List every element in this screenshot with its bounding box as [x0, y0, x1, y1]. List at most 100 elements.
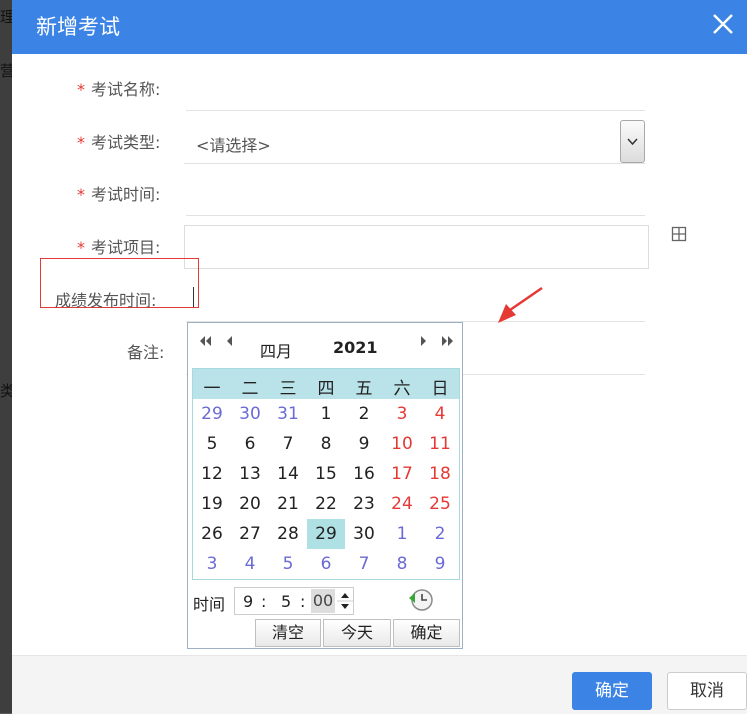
- required-mark: *: [77, 80, 85, 99]
- calendar-day[interactable]: 20: [231, 489, 269, 519]
- grid-icon[interactable]: [671, 226, 687, 242]
- weekday-label: 日: [431, 379, 449, 399]
- second-value[interactable]: 00: [311, 589, 335, 613]
- calendar-day[interactable]: 10: [383, 429, 421, 459]
- weekday-label: 三: [279, 379, 297, 399]
- label-text: 考试名称:: [91, 80, 161, 99]
- time-spinner[interactable]: [337, 588, 353, 614]
- next-year-icon[interactable]: [440, 333, 456, 353]
- label-text: 考试项目:: [91, 238, 161, 257]
- calendar-confirm-button[interactable]: 确定: [393, 619, 460, 647]
- calendar-day[interactable]: 3: [383, 399, 421, 429]
- hour-value[interactable]: 9: [243, 592, 253, 611]
- calendar-day[interactable]: 9: [421, 549, 459, 579]
- calendar-day[interactable]: 29: [307, 519, 345, 549]
- calendar-day[interactable]: 2: [345, 399, 383, 429]
- calendar-day[interactable]: 5: [193, 429, 231, 459]
- exam-type-value: <请选择>: [196, 136, 271, 155]
- today-button[interactable]: 今天: [323, 619, 391, 647]
- time-label: 时间: [193, 595, 226, 614]
- time-separator: :: [261, 592, 267, 611]
- exam-type-label: * 考试类型:: [77, 129, 160, 153]
- calendar-day[interactable]: 5: [269, 549, 307, 579]
- calendar-day[interactable]: 23: [345, 489, 383, 519]
- calendar-day[interactable]: 27: [231, 519, 269, 549]
- exam-name-input[interactable]: [186, 110, 645, 111]
- calendar-day[interactable]: 1: [307, 399, 345, 429]
- calendar-day[interactable]: 26: [193, 519, 231, 549]
- label-text: 考试类型:: [91, 133, 161, 152]
- dialog-footer: 确定 取消: [12, 655, 747, 714]
- calendar-day[interactable]: 8: [383, 549, 421, 579]
- weekday-label: 四: [317, 379, 335, 399]
- chevron-down-icon[interactable]: [620, 120, 645, 163]
- calendar-day[interactable]: 14: [269, 459, 307, 489]
- calendar-day[interactable]: 17: [383, 459, 421, 489]
- calendar-month[interactable]: 四月: [260, 338, 292, 362]
- calendar-year[interactable]: 2021: [333, 338, 378, 357]
- clear-button[interactable]: 清空: [255, 619, 321, 647]
- minute-value[interactable]: 5: [281, 592, 291, 611]
- calendar-day[interactable]: 3: [193, 549, 231, 579]
- weekday-label: 二: [241, 379, 259, 399]
- exam-time-input[interactable]: [186, 215, 645, 216]
- weekday-header: 一二三四五六日: [193, 369, 459, 399]
- calendar-day[interactable]: 31: [269, 399, 307, 429]
- calendar-day[interactable]: 19: [193, 489, 231, 519]
- calendar-day[interactable]: 30: [345, 519, 383, 549]
- text-caret: [193, 287, 194, 307]
- exam-time-label: * 考试时间:: [77, 181, 160, 205]
- calendar-grid: 一二三四五六日 29 30 31 1 2 3 4 5 6 7 8 9 10 11 12 13 14 15 16 17 1…: [192, 368, 460, 580]
- calendar-day[interactable]: 15: [307, 459, 345, 489]
- required-mark: *: [77, 185, 85, 204]
- calendar-day[interactable]: 9: [345, 429, 383, 459]
- result-time-label: 成绩发布时间:: [55, 291, 157, 310]
- calendar-day[interactable]: 1: [383, 519, 421, 549]
- calendar-day[interactable]: 7: [269, 429, 307, 459]
- required-mark: *: [77, 133, 85, 152]
- calendar-day[interactable]: 12: [193, 459, 231, 489]
- calendar-day[interactable]: 24: [383, 489, 421, 519]
- prev-month-icon[interactable]: [223, 333, 235, 353]
- calendar-day[interactable]: 22: [307, 489, 345, 519]
- calendar-day[interactable]: 4: [231, 549, 269, 579]
- exam-name-label: * 考试名称:: [77, 76, 160, 100]
- required-mark: *: [77, 238, 85, 257]
- dialog-title: 新增考试: [36, 15, 120, 39]
- time-input[interactable]: 9 : 5 : 00: [234, 587, 354, 615]
- calendar-day[interactable]: 16: [345, 459, 383, 489]
- label-text: 考试时间:: [91, 185, 161, 204]
- calendar-day[interactable]: 8: [307, 429, 345, 459]
- calendar-day[interactable]: 30: [231, 399, 269, 429]
- next-month-icon[interactable]: [418, 333, 430, 353]
- calendar-day[interactable]: 4: [421, 399, 459, 429]
- weekday-label: 六: [393, 379, 411, 399]
- dialog-titlebar: 新增考试: [12, 0, 747, 54]
- calendar-day[interactable]: 11: [421, 429, 459, 459]
- calendar-day[interactable]: 28: [269, 519, 307, 549]
- prev-year-icon[interactable]: [197, 333, 213, 353]
- weekday-label: 五: [355, 379, 373, 399]
- cancel-button[interactable]: 取消: [667, 672, 747, 710]
- calendar-day[interactable]: 25: [421, 489, 459, 519]
- exam-type-select[interactable]: <请选择>: [184, 120, 645, 164]
- remark-label: 备注:: [127, 343, 165, 362]
- calendar-day[interactable]: 21: [269, 489, 307, 519]
- calendar-day[interactable]: 2: [421, 519, 459, 549]
- calendar-day[interactable]: 7: [345, 549, 383, 579]
- date-picker: 四月 2021 一二三四五六日 29 30 31 1 2 3 4 5 6 7 8 9 10 11 12 13 1…: [187, 322, 463, 649]
- exam-item-label: * 考试项目:: [77, 234, 160, 258]
- calendar-day[interactable]: 6: [231, 429, 269, 459]
- confirm-button[interactable]: 确定: [572, 672, 652, 710]
- weekday-label: 一: [203, 379, 221, 399]
- calendar-day[interactable]: 6: [307, 549, 345, 579]
- time-separator: :: [300, 592, 306, 611]
- add-exam-dialog: 新增考试 * 考试名称: * 考试类型: <请选择> * 考试时间: * 考试项目: 成…: [12, 0, 747, 714]
- calendar-day[interactable]: 29: [193, 399, 231, 429]
- exam-item-input[interactable]: [184, 225, 649, 269]
- calendar-day[interactable]: 13: [231, 459, 269, 489]
- calendar-day[interactable]: 18: [421, 459, 459, 489]
- arrow-annotation: [492, 280, 562, 334]
- close-icon[interactable]: [710, 10, 736, 38]
- clock-icon[interactable]: [406, 585, 436, 615]
